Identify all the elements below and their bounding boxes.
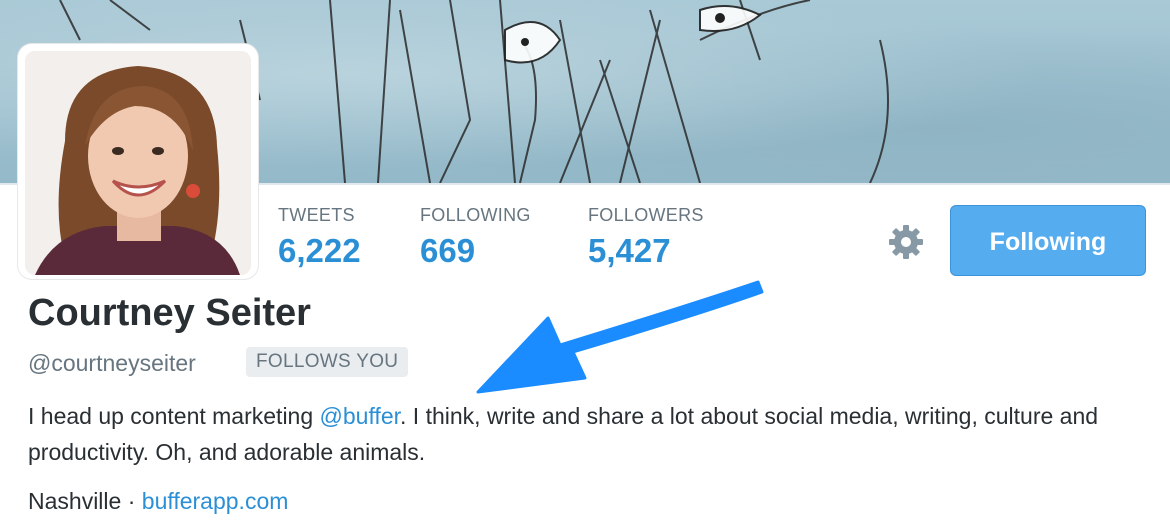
stat-followers[interactable]: FOLLOWERS 5,427 xyxy=(588,205,704,270)
follows-you-badge: FOLLOWS YOU xyxy=(246,347,409,377)
gear-icon[interactable] xyxy=(886,222,926,262)
bio-text-before: I head up content marketing xyxy=(28,403,320,429)
stat-following-value: 669 xyxy=(420,232,476,269)
bio-mention-link[interactable]: @buffer xyxy=(320,403,400,429)
profile-location-row: Nashville · bufferapp.com xyxy=(28,488,288,515)
stat-tweets[interactable]: TWEETS 6,222 xyxy=(278,205,361,270)
profile-avatar[interactable] xyxy=(18,44,258,279)
avatar-photo xyxy=(25,51,251,275)
profile-website-link[interactable]: bufferapp.com xyxy=(142,488,289,514)
following-button[interactable]: Following xyxy=(950,205,1146,276)
stat-followers-label: FOLLOWERS xyxy=(588,205,704,225)
profile-location: Nashville xyxy=(28,488,122,514)
stat-followers-value: 5,427 xyxy=(588,232,671,269)
stat-tweets-value: 6,222 xyxy=(278,232,361,269)
profile-name: Courtney Seiter xyxy=(28,292,311,334)
stat-tweets-label: TWEETS xyxy=(278,205,355,225)
location-separator: · xyxy=(121,488,142,514)
profile-bio: I head up content marketing @buffer. I t… xyxy=(28,398,1148,470)
stat-following[interactable]: FOLLOWING 669 xyxy=(420,205,531,270)
profile-handle[interactable]: @courtneyseiter xyxy=(28,350,196,377)
stat-following-label: FOLLOWING xyxy=(420,205,531,225)
